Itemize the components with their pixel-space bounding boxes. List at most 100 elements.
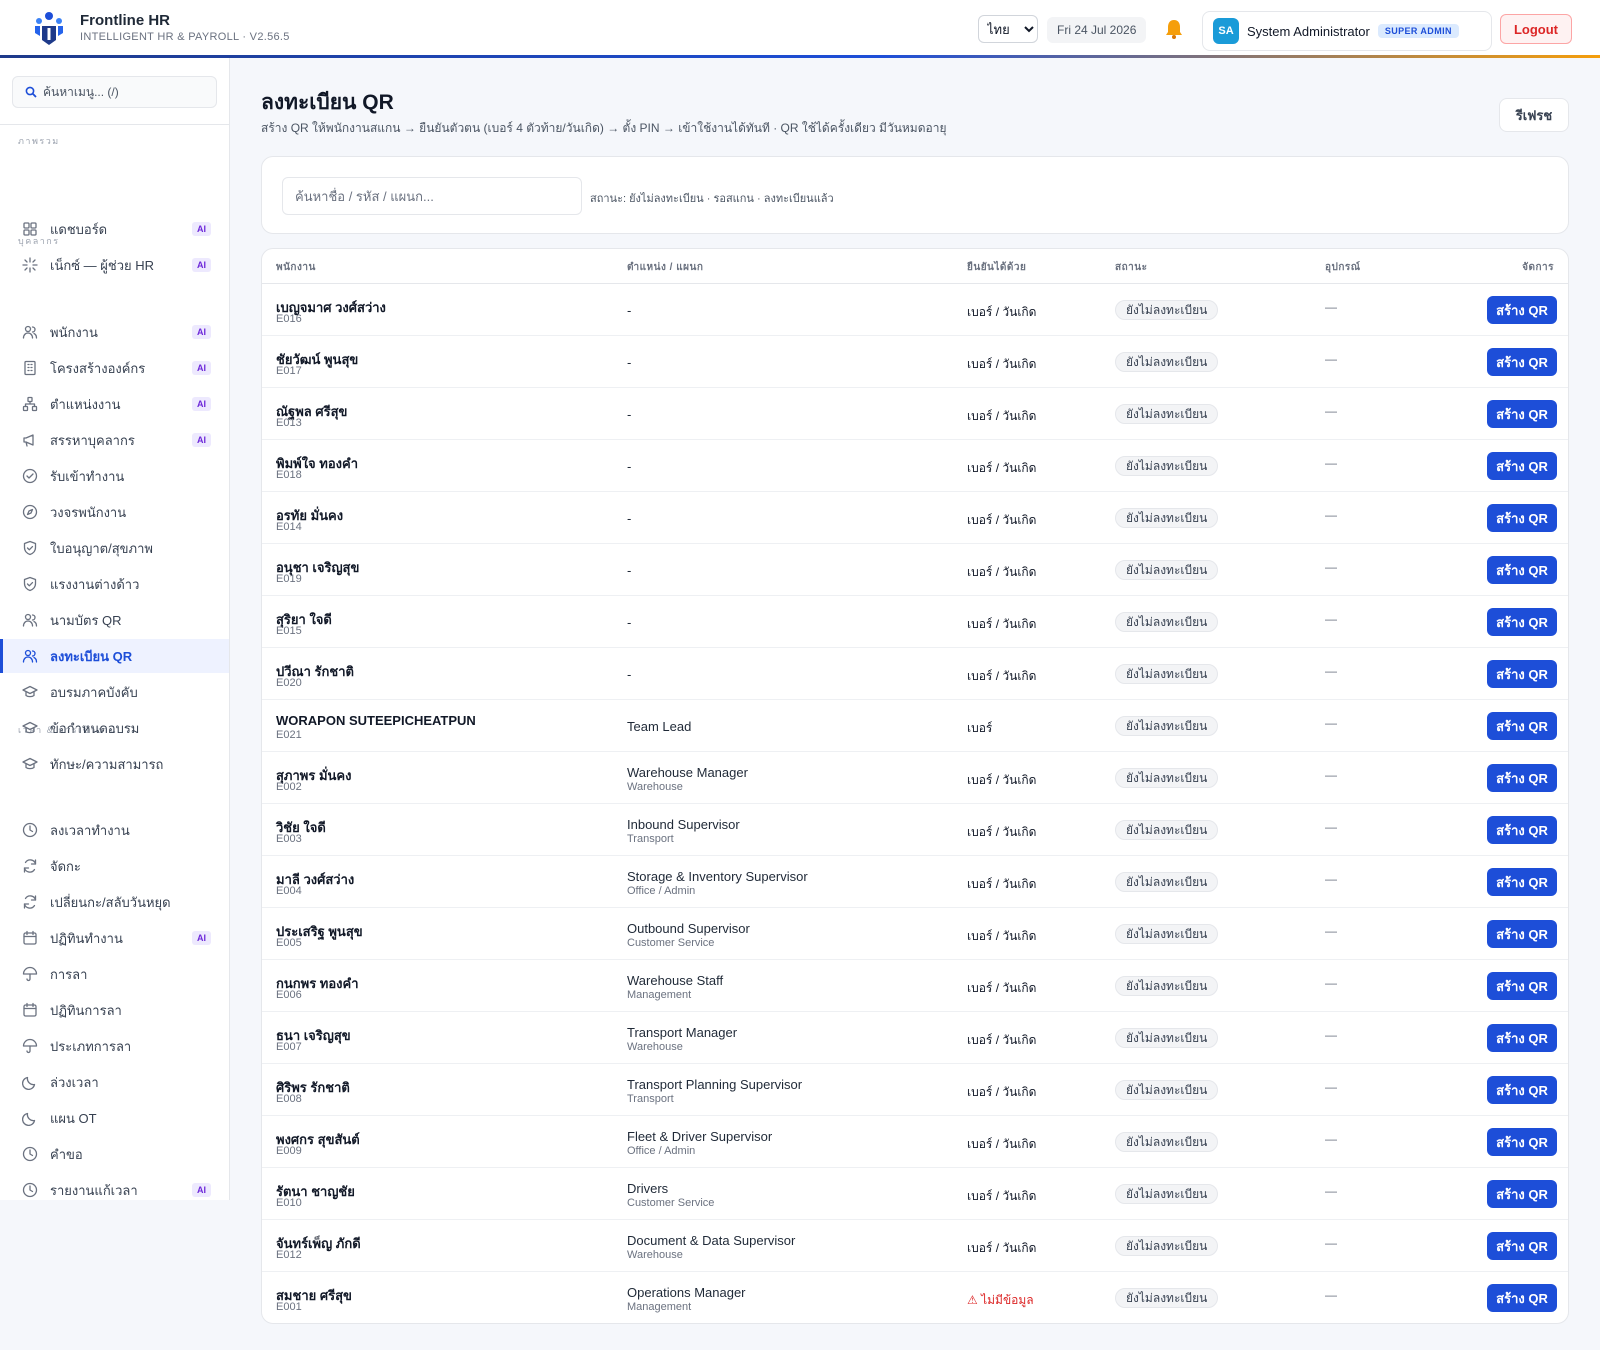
sidebar-item[interactable]: แดชบอร์ด AI [0,212,229,246]
create-qr-button[interactable]: สร้าง QR [1487,1076,1557,1104]
create-qr-button[interactable]: สร้าง QR [1487,1128,1557,1156]
create-qr-button[interactable]: สร้าง QR [1487,504,1557,532]
create-qr-button[interactable]: สร้าง QR [1487,816,1557,844]
sidebar-item[interactable]: ข้อกำหนดอบรม [0,711,229,745]
table-row: สุริยา ใจดี E015- เบอร์ / วันเกิด ยังไม่ลงท… [262,596,1568,648]
create-qr-button[interactable]: สร้าง QR [1487,1232,1557,1260]
status-badge: ยังไม่ลงทะเบียน [1115,1184,1219,1204]
table-row: กนกพร ทองคำ E006 Warehouse Staff Management… [262,960,1568,1012]
sidebar-item[interactable]: ทักษะ/ความสามารถ [0,747,229,781]
employee-code: E007 [276,1041,302,1053]
page-title: ลงทะเบียน QR [261,91,394,114]
position-title: Warehouse Manager [627,765,748,780]
create-qr-button[interactable]: สร้าง QR [1487,452,1557,480]
bell-icon[interactable] [1163,18,1185,40]
sidebar-item[interactable]: จัดกะ [0,849,229,883]
sidebar-item[interactable]: พนักงาน AI [0,315,229,349]
position-title: - [627,303,632,318]
sidebar-item[interactable]: ลงทะเบียน QR [0,639,229,673]
sidebar-item-label: แรงงานต่างด้าว [50,576,140,592]
create-qr-button[interactable]: สร้าง QR [1487,608,1557,636]
search-icon [25,86,37,98]
table-row: ณัฐพล ศรีสุข E013- เบอร์ / วันเกิด ยังไม่ลง… [262,388,1568,440]
create-qr-button[interactable]: สร้าง QR [1487,1180,1557,1208]
create-qr-button[interactable]: สร้าง QR [1487,660,1557,688]
status-badge: ยังไม่ลงทะเบียน [1115,1028,1219,1048]
table-row: WORAPON SUTEEPICHEATPUN E021 Team Lead เบอร… [262,700,1568,752]
create-qr-button[interactable]: สร้าง QR [1487,1024,1557,1052]
sidebar-item[interactable]: ปฏิทินการลา [0,993,229,1027]
refresh-icon [23,859,37,873]
sidebar-item[interactable]: ปฏิทินทำงาน AI [0,921,229,955]
position-title: - [627,563,632,578]
department: Customer Service [627,937,715,949]
sidebar-item[interactable]: อบรมภาคบังคับ [0,675,229,709]
position-title: Drivers [627,1181,669,1196]
verify-method: เบอร์ / วันเกิด [967,357,1037,371]
col-device: อุปกรณ์ [1325,262,1361,273]
sidebar-item[interactable]: โครงสร้างองค์กร AI [0,351,229,385]
moon-icon [22,1112,36,1126]
department: Office / Admin [627,1145,696,1157]
create-qr-button[interactable]: สร้าง QR [1487,764,1557,792]
check-circle-icon [22,468,38,484]
status-badge: ยังไม่ลงทะเบียน [1115,1236,1219,1256]
graduation-cap-icon [22,685,38,698]
ai-badge: AI [192,361,211,375]
language-select[interactable]: ไทย [978,15,1038,43]
sidebar-item[interactable]: แผน OT [0,1101,229,1135]
user-menu[interactable]: SA System Administrator SUPER ADMIN [1202,11,1492,51]
app-subtitle: INTELLIGENT HR & PAYROLL · V2.56.5 [80,31,290,43]
table-row: สมชาย ศรีสุข E001 Operations Manager Manage… [262,1272,1568,1323]
menu-search[interactable]: ค้นหาเมนู... (/) [12,76,217,108]
col-verify: ยืนยันได้ด้วย [967,262,1027,273]
sidebar-item[interactable]: นามบัตร QR [0,603,229,637]
create-qr-button[interactable]: สร้าง QR [1487,348,1557,376]
position-title: - [627,511,632,526]
sidebar-item[interactable]: ใบอนุญาต/สุขภาพ [0,531,229,565]
sidebar-item[interactable]: เปลี่ยนกะ/สลับวันหยุด [0,885,229,919]
sidebar-item[interactable]: สรรหาบุคลากร AI [0,423,229,457]
brand[interactable]: Frontline HR INTELLIGENT HR & PAYROLL · … [32,10,290,46]
sidebar-item[interactable]: แรงงานต่างด้าว [0,567,229,601]
create-qr-button[interactable]: สร้าง QR [1487,400,1557,428]
verify-method: เบอร์ / วันเกิด [967,513,1037,527]
create-qr-button[interactable]: สร้าง QR [1487,972,1557,1000]
sidebar-item[interactable]: รับเข้าทำงาน [0,459,229,493]
refresh-button[interactable]: รีเฟรช [1499,98,1569,132]
sidebar-item-label: ประเภทการลา [50,1038,132,1054]
status-badge: ยังไม่ลงทะเบียน [1115,1288,1219,1308]
sidebar-item[interactable]: ตำแหน่งงาน AI [0,387,229,421]
sidebar-item[interactable]: คำขอ [0,1137,229,1171]
sidebar-item[interactable]: รายงานแก้เวลา AI [0,1173,229,1200]
position-title: Outbound Supervisor [627,921,750,936]
verify-method: เบอร์ / วันเกิด [967,929,1037,943]
sidebar-item[interactable]: วงจรพนักงาน [0,495,229,529]
device-value: — [1325,404,1337,418]
device-value: — [1325,1132,1337,1146]
position-title: Warehouse Staff [627,973,724,988]
sidebar-item-label: นามบัตร QR [50,612,122,628]
sidebar-item[interactable]: เน็กซ์ — ผู้ช่วย HR AI [0,248,229,282]
create-qr-button[interactable]: สร้าง QR [1487,868,1557,896]
sidebar-item-label: รับเข้าทำงาน [50,468,125,484]
sidebar-item[interactable]: ล่วงเวลา [0,1065,229,1099]
create-qr-button[interactable]: สร้าง QR [1487,712,1557,740]
create-qr-button[interactable]: สร้าง QR [1487,920,1557,948]
employee-code: E006 [276,989,302,1001]
sidebar-item[interactable]: ลงเวลาทำงาน [0,813,229,847]
create-qr-button[interactable]: สร้าง QR [1487,1284,1557,1312]
sidebar-item[interactable]: ประเภทการลา [0,1029,229,1063]
employee-code: E019 [276,573,302,585]
create-qr-button[interactable]: สร้าง QR [1487,296,1557,324]
create-qr-button[interactable]: สร้าง QR [1487,556,1557,584]
verify-method: เบอร์ / วันเกิด [967,773,1037,787]
filter-card: สถานะ: ยังไม่ลงทะเบียน · รอสแกน · ลงทะเบ… [261,156,1569,234]
logout-button[interactable]: Logout [1500,14,1572,44]
sidebar-item[interactable]: การลา [0,957,229,991]
verify-method: เบอร์ / วันเกิด [967,409,1037,423]
verify-method: เบอร์ / วันเกิด [967,1137,1037,1151]
table-row: จันทร์เพ็ญ ภักดี E012 Document & Data Supe… [262,1220,1568,1272]
employee-search-input[interactable] [282,177,582,215]
clock-icon [22,1146,38,1162]
